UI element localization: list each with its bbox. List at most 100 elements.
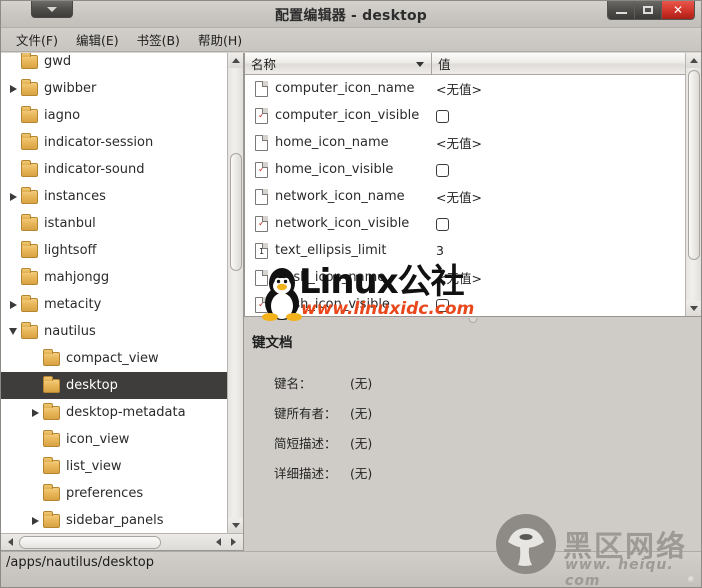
expander-collapsed-icon[interactable]: [5, 300, 21, 309]
right-pane: 名称 值 computer_icon_name <无值> ✓ computer_ico…: [244, 53, 701, 551]
tree-item-nautilus[interactable]: nautilus: [1, 318, 227, 345]
window-controls: ✕: [607, 1, 695, 20]
tree-item-indicator-session[interactable]: indicator-session: [1, 129, 227, 156]
key-name-cell: ✓ home_icon_visible: [255, 161, 432, 178]
tree-item-label: gwd: [44, 54, 72, 69]
key-value-cell[interactable]: [432, 297, 684, 312]
key-row[interactable]: trash_icon_name <无值>: [245, 264, 684, 291]
keylist-scroll-up-button[interactable]: [686, 53, 701, 68]
tree-horizontal-scrollbar[interactable]: [1, 533, 243, 550]
tree-item-lightsoff[interactable]: lightsoff: [1, 237, 227, 264]
expander-expanded-icon[interactable]: [5, 328, 21, 335]
tree-vertical-scrollbar[interactable]: [227, 53, 243, 533]
tree-item-label: sidebar_panels: [66, 513, 164, 528]
resize-grip-icon[interactable]: [688, 576, 695, 583]
tree-hscroll-left-button[interactable]: [3, 535, 17, 549]
menu-edit[interactable]: 编辑(E): [67, 28, 128, 51]
key-row[interactable]: network_icon_name <无值>: [245, 183, 684, 210]
tree-item-instances[interactable]: instances: [1, 183, 227, 210]
directory-tree-list: gwd gwibber iagno indicator-session indicato…: [1, 53, 227, 533]
maximize-icon: [643, 6, 653, 14]
tree-hscroll-right-button[interactable]: [226, 535, 240, 549]
tree-scroll-thumb[interactable]: [230, 153, 242, 271]
folder-icon: [21, 294, 38, 312]
expander-collapsed-icon[interactable]: [5, 84, 21, 93]
key-row[interactable]: 1 text_ellipsis_limit 3: [245, 237, 684, 264]
config-editor-window: 配置编辑器 - desktop ✕ 文件(F) 编辑(E) 书签(B) 帮助(H…: [0, 0, 702, 588]
doc-row-key: 键所有者：: [274, 406, 337, 421]
key-row[interactable]: ✓ network_icon_visible: [245, 210, 684, 237]
key-row[interactable]: ✓ trash_icon_visible: [245, 291, 684, 316]
value-checkbox[interactable]: [436, 299, 449, 312]
menu-file[interactable]: 文件(F): [7, 28, 67, 51]
key-row[interactable]: ✓ computer_icon_visible: [245, 102, 684, 129]
key-value-cell[interactable]: [432, 216, 684, 231]
key-name-label: network_icon_name: [275, 189, 405, 204]
key-documentation-panel: 键文档 键名： (无) 键所有者： (无) 简短描述： (无) 详细描述： (无): [244, 327, 701, 551]
key-name-cell: 1 text_ellipsis_limit: [255, 242, 432, 259]
menu-bookmarks[interactable]: 书签(B): [128, 28, 189, 51]
tree-item-metacity[interactable]: metacity: [1, 291, 227, 318]
tree-hscroll-left2-button[interactable]: [211, 535, 225, 549]
expander-collapsed-icon[interactable]: [27, 516, 43, 525]
folder-icon: [21, 105, 38, 123]
tree-item-iagno[interactable]: iagno: [1, 102, 227, 129]
value-checkbox[interactable]: [436, 164, 449, 177]
doc-row: 简短描述： (无): [274, 433, 701, 452]
string-key-icon: [255, 80, 268, 97]
tree-item-compact_view[interactable]: compact_view: [1, 345, 227, 372]
integer-key-icon: 1: [255, 242, 268, 259]
tree-item-gwibber[interactable]: gwibber: [1, 75, 227, 102]
expander-collapsed-icon[interactable]: [5, 192, 21, 201]
string-key-icon: [255, 269, 268, 286]
tree-scroll-down-button[interactable]: [228, 518, 243, 533]
tree-hscroll-thumb[interactable]: [19, 536, 161, 549]
key-name-label: text_ellipsis_limit: [275, 243, 387, 258]
expander-collapsed-icon[interactable]: [27, 408, 43, 417]
keylist-scroll-down-button[interactable]: [686, 301, 701, 316]
value-checkbox[interactable]: [436, 110, 449, 123]
doc-row: 键名： (无): [274, 373, 701, 392]
maximize-button[interactable]: [635, 1, 662, 19]
keylist-scroll-thumb[interactable]: [688, 70, 700, 260]
folder-icon: [43, 375, 60, 393]
value-checkbox[interactable]: [436, 218, 449, 231]
tree-item-desktop-metadata[interactable]: desktop-metadata: [1, 399, 227, 426]
tree-item-gwd[interactable]: gwd: [1, 53, 227, 75]
tree-item-label: instances: [44, 189, 106, 204]
status-bar: /apps/nautilus/desktop: [1, 551, 701, 587]
tree-item-indicator-sound[interactable]: indicator-sound: [1, 156, 227, 183]
tree-item-icon_view[interactable]: icon_view: [1, 426, 227, 453]
column-header-value[interactable]: 值: [432, 53, 701, 74]
close-button[interactable]: ✕: [662, 1, 694, 19]
key-value-cell[interactable]: [432, 108, 684, 123]
tree-scroll-up-button[interactable]: [228, 53, 243, 68]
tree-item-desktop[interactable]: desktop: [1, 372, 227, 399]
tree-item-label: gwibber: [44, 81, 97, 96]
string-key-icon: [255, 134, 268, 151]
tree-item-sidebar_panels[interactable]: sidebar_panels: [1, 507, 227, 533]
tree-item-list_view[interactable]: list_view: [1, 453, 227, 480]
key-row[interactable]: ✓ home_icon_visible: [245, 156, 684, 183]
tree-item-preferences[interactable]: preferences: [1, 480, 227, 507]
key-value-cell: <无值>: [436, 271, 482, 286]
key-list-header: 名称 值: [245, 53, 701, 75]
tree-item-mahjongg[interactable]: mahjongg: [1, 264, 227, 291]
tree-item-label: iagno: [44, 108, 81, 123]
panel-splitter[interactable]: [244, 317, 701, 327]
folder-icon: [21, 186, 38, 204]
key-list-panel: 名称 值 computer_icon_name <无值> ✓ computer_ico…: [244, 53, 701, 317]
key-row[interactable]: home_icon_name <无值>: [245, 129, 684, 156]
boolean-key-icon: ✓: [255, 215, 268, 232]
menu-bar: 文件(F) 编辑(E) 书签(B) 帮助(H): [1, 28, 701, 52]
folder-icon: [43, 456, 60, 474]
menu-help[interactable]: 帮助(H): [189, 28, 251, 51]
key-name-label: computer_icon_name: [275, 81, 415, 96]
column-header-name[interactable]: 名称: [245, 53, 432, 74]
tree-item-label: compact_view: [66, 351, 159, 366]
minimize-button[interactable]: [608, 1, 635, 19]
key-row[interactable]: computer_icon_name <无值>: [245, 75, 684, 102]
key-list-vertical-scrollbar[interactable]: [685, 53, 701, 316]
tree-item-istanbul[interactable]: istanbul: [1, 210, 227, 237]
key-value-cell[interactable]: [432, 162, 684, 177]
